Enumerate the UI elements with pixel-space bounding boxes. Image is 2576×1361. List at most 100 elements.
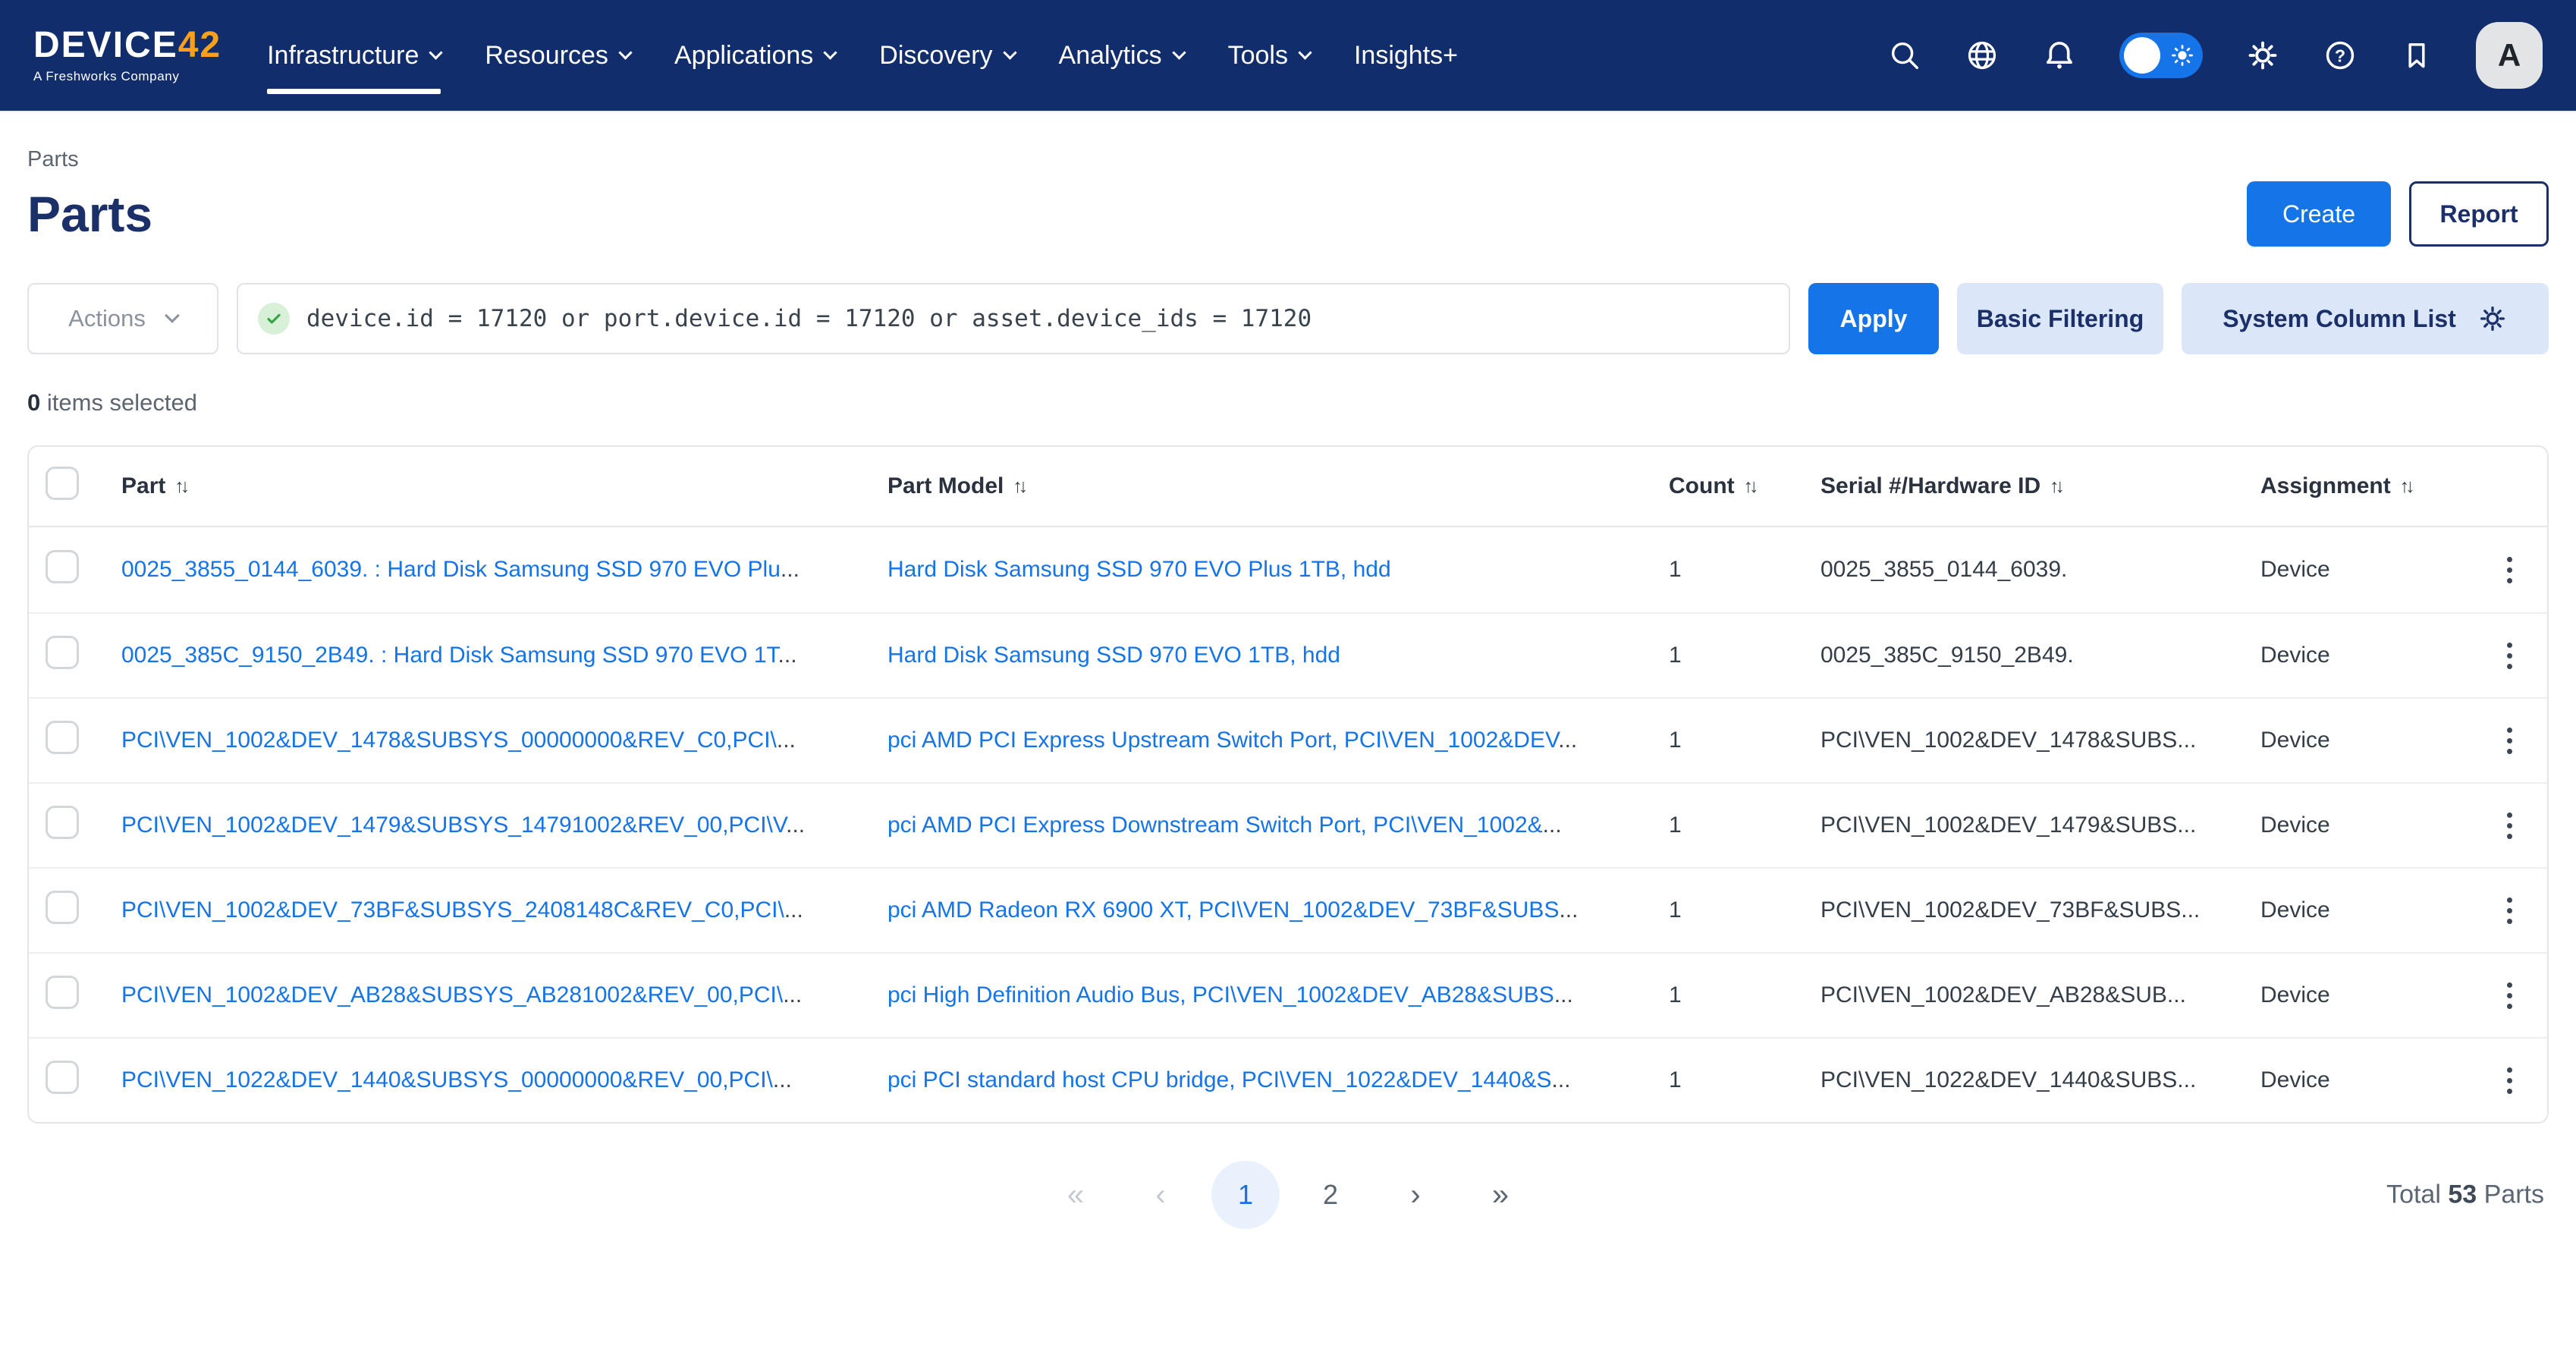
- brand-logo[interactable]: DEVICE42 A Freshworks Company: [33, 27, 221, 84]
- table-row: 0025_3855_0144_6039. : Hard Disk Samsung…: [29, 527, 2547, 612]
- last-page-button[interactable]: »: [1466, 1161, 1535, 1229]
- page-button-1[interactable]: 1: [1211, 1161, 1280, 1229]
- truncation-ellipsis: ...: [777, 728, 796, 753]
- row-menu-button[interactable]: [2501, 636, 2518, 675]
- row-menu-button[interactable]: [2501, 891, 2518, 930]
- part-model-link[interactable]: pci AMD PCI Express Downstream Switch Po…: [887, 813, 1543, 838]
- nav-item-discovery[interactable]: Discovery: [879, 0, 1014, 111]
- serial-cell: PCI\VEN_1002&DEV_1479&SUBS...: [1820, 813, 2260, 838]
- chevron-down-icon: [429, 46, 443, 59]
- nav-item-infrastructure[interactable]: Infrastructure: [267, 0, 441, 111]
- nav-item-tools[interactable]: Tools: [1228, 0, 1310, 111]
- serial-cell: PCI\VEN_1002&DEV_AB28&SUB...: [1820, 982, 2260, 1008]
- row-checkbox[interactable]: [46, 636, 79, 669]
- part-model-link[interactable]: pci AMD Radeon RX 6900 XT, PCI\VEN_1002&…: [887, 897, 1559, 923]
- table-row: PCI\VEN_1002&DEV_73BF&SUBSYS_2408148C&RE…: [29, 867, 2547, 952]
- basic-filtering-button[interactable]: Basic Filtering: [1957, 283, 2163, 354]
- brand-number: 42: [178, 25, 221, 65]
- gear-icon[interactable]: [2245, 38, 2280, 73]
- sort-icon: ↑↓: [2050, 476, 2065, 498]
- serial-cell: PCI\VEN_1022&DEV_1440&SUBS...: [1820, 1067, 2260, 1093]
- table-row: PCI\VEN_1002&DEV_AB28&SUBSYS_AB281002&RE…: [29, 952, 2547, 1037]
- row-menu-button[interactable]: [2501, 1061, 2518, 1100]
- part-model-link[interactable]: pci High Definition Audio Bus, PCI\VEN_1…: [887, 982, 1554, 1007]
- part-link[interactable]: PCI\VEN_1022&DEV_1440&SUBSYS_00000000&RE…: [121, 1067, 773, 1092]
- nav-item-resources[interactable]: Resources: [485, 0, 630, 111]
- theme-toggle[interactable]: [2119, 33, 2203, 78]
- table-header-row: Part↑↓ Part Model↑↓ Count↑↓ Serial #/Har…: [29, 447, 2547, 527]
- next-page-button[interactable]: ›: [1381, 1161, 1450, 1229]
- truncation-ellipsis: ...: [778, 643, 797, 668]
- sun-icon: [2170, 43, 2194, 71]
- bookmark-icon[interactable]: [2400, 39, 2433, 72]
- part-link[interactable]: 0025_3855_0144_6039. : Hard Disk Samsung…: [121, 557, 781, 582]
- system-column-list-button[interactable]: System Column List: [2182, 283, 2549, 354]
- count-cell: 1: [1669, 982, 1820, 1008]
- count-cell: 1: [1669, 728, 1820, 753]
- row-checkbox[interactable]: [46, 891, 79, 924]
- page-button-2[interactable]: 2: [1296, 1161, 1365, 1229]
- part-link[interactable]: PCI\VEN_1002&DEV_AB28&SUBSYS_AB281002&RE…: [121, 982, 783, 1007]
- part-model-link[interactable]: pci PCI standard host CPU bridge, PCI\VE…: [887, 1067, 1551, 1092]
- row-checkbox[interactable]: [46, 976, 79, 1009]
- row-menu-button[interactable]: [2501, 806, 2518, 845]
- row-checkbox[interactable]: [46, 1061, 79, 1094]
- apply-button[interactable]: Apply: [1808, 283, 1939, 354]
- part-model-link[interactable]: Hard Disk Samsung SSD 970 EVO 1TB, hdd: [887, 643, 1340, 668]
- row-checkbox[interactable]: [46, 721, 79, 754]
- first-page-button[interactable]: «: [1041, 1161, 1110, 1229]
- breadcrumb[interactable]: Parts: [27, 147, 79, 172]
- prev-page-button[interactable]: ‹: [1126, 1161, 1195, 1229]
- selection-status: 0 items selected: [27, 389, 2549, 416]
- select-all-checkbox[interactable]: [46, 467, 79, 500]
- svg-text:?: ?: [2335, 46, 2345, 65]
- nav-item-applications[interactable]: Applications: [674, 0, 835, 111]
- row-checkbox[interactable]: [46, 550, 79, 583]
- row-checkbox[interactable]: [46, 806, 79, 839]
- total-count: Total 53 Parts: [2386, 1180, 2544, 1210]
- row-menu-button[interactable]: [2501, 721, 2518, 760]
- column-header-part-model[interactable]: Part Model↑↓: [887, 473, 1028, 499]
- chevron-down-icon: [824, 46, 837, 59]
- part-model-link[interactable]: Hard Disk Samsung SSD 970 EVO Plus 1TB, …: [887, 557, 1391, 582]
- help-icon[interactable]: ?: [2323, 38, 2358, 73]
- part-link[interactable]: PCI\VEN_1002&DEV_1478&SUBSYS_00000000&RE…: [121, 728, 777, 753]
- assignment-cell: Device: [2260, 1067, 2488, 1093]
- actions-dropdown[interactable]: Actions: [27, 283, 218, 354]
- part-link[interactable]: PCI\VEN_1002&DEV_1479&SUBSYS_14791002&RE…: [121, 813, 786, 838]
- count-cell: 1: [1669, 897, 1820, 923]
- chevron-down-icon: [1172, 46, 1186, 59]
- sort-icon: ↑↓: [1744, 476, 1759, 498]
- truncation-ellipsis: ...: [1551, 1067, 1570, 1092]
- filter-query-input[interactable]: device.id = 17120 or port.device.id = 17…: [237, 283, 1790, 354]
- nav-item-insights[interactable]: Insights+: [1354, 0, 1458, 111]
- parts-table: Part↑↓ Part Model↑↓ Count↑↓ Serial #/Har…: [27, 445, 2549, 1124]
- table-row: PCI\VEN_1022&DEV_1440&SUBSYS_00000000&RE…: [29, 1037, 2547, 1122]
- nav-item-analytics[interactable]: Analytics: [1059, 0, 1184, 111]
- row-menu-button[interactable]: [2501, 976, 2518, 1015]
- truncation-ellipsis: ...: [781, 557, 800, 582]
- create-button[interactable]: Create: [2247, 181, 2391, 247]
- truncation-ellipsis: ...: [1558, 728, 1577, 753]
- avatar[interactable]: A: [2476, 22, 2543, 89]
- row-menu-button[interactable]: [2501, 551, 2518, 589]
- sort-icon: ↑↓: [2400, 476, 2415, 498]
- chevron-down-icon: [1298, 46, 1312, 59]
- report-button[interactable]: Report: [2409, 181, 2549, 247]
- count-cell: 1: [1669, 1067, 1820, 1093]
- part-link[interactable]: 0025_385C_9150_2B49. : Hard Disk Samsung…: [121, 643, 778, 668]
- column-header-assignment[interactable]: Assignment↑↓: [2260, 473, 2415, 499]
- table-row: 0025_385C_9150_2B49. : Hard Disk Samsung…: [29, 612, 2547, 697]
- column-header-count[interactable]: Count↑↓: [1669, 473, 1759, 499]
- column-header-part[interactable]: Part↑↓: [121, 473, 190, 499]
- serial-cell: 0025_385C_9150_2B49.: [1820, 643, 2260, 668]
- column-header-serial[interactable]: Serial #/Hardware ID↑↓: [1820, 473, 2065, 499]
- bell-icon[interactable]: [2042, 38, 2077, 73]
- search-icon[interactable]: [1887, 38, 1922, 73]
- part-link[interactable]: PCI\VEN_1002&DEV_73BF&SUBSYS_2408148C&RE…: [121, 897, 784, 923]
- green-check-icon: [258, 303, 290, 335]
- globe-icon[interactable]: [1965, 38, 2000, 73]
- part-model-link[interactable]: pci AMD PCI Express Upstream Switch Port…: [887, 728, 1558, 753]
- chevron-down-icon: [618, 46, 632, 59]
- truncation-ellipsis: ...: [773, 1067, 792, 1092]
